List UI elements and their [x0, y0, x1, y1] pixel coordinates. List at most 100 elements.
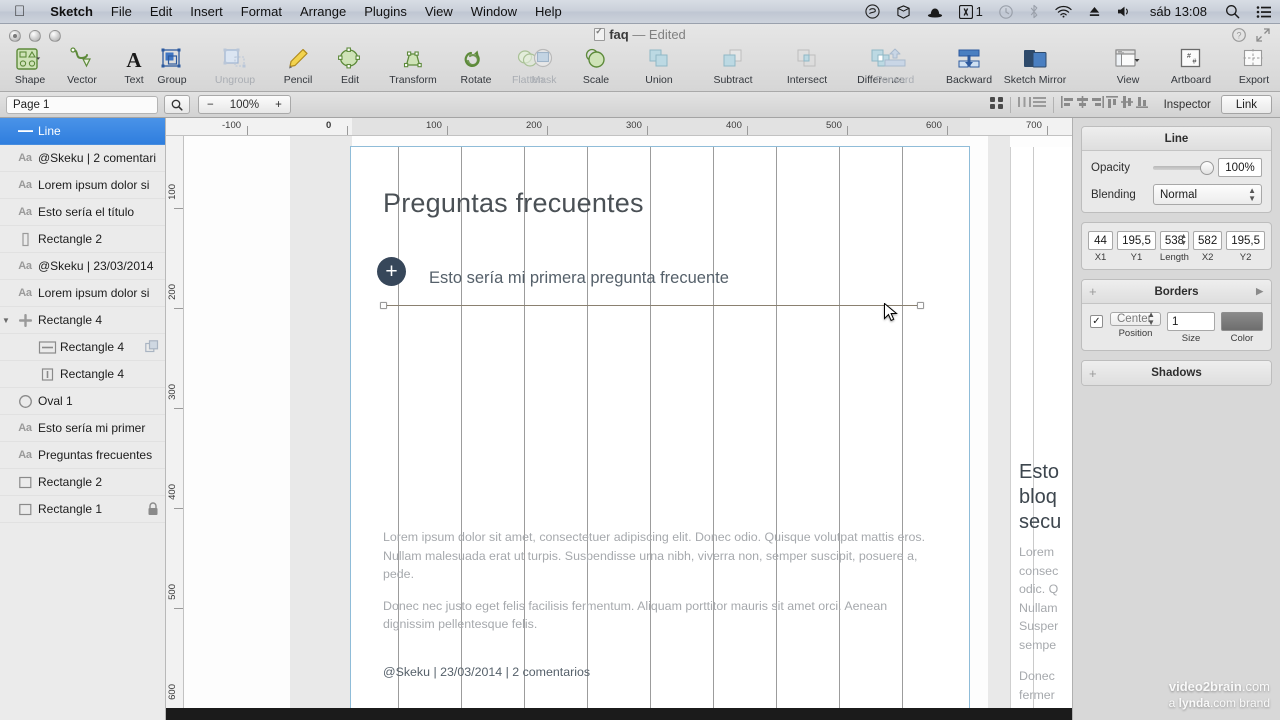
grid-view-icon[interactable]: [989, 95, 1004, 115]
eject-icon[interactable]: [1080, 5, 1109, 18]
tool-transform[interactable]: Transform: [376, 46, 450, 86]
lock-icon[interactable]: [147, 502, 159, 516]
clock-icon[interactable]: [991, 4, 1021, 19]
tool-vector[interactable]: Vector: [56, 46, 108, 86]
artboard-secondary[interactable]: Esto bloq secu Lorem consec odic. Q Null…: [1010, 147, 1072, 720]
tool-shape[interactable]: Shape: [4, 46, 56, 86]
menu-item-window[interactable]: Window: [462, 4, 526, 19]
menubar-clock[interactable]: sáb 13:08: [1140, 4, 1217, 19]
tool-scale[interactable]: Scale: [570, 46, 622, 86]
menu-item-plugins[interactable]: Plugins: [355, 4, 416, 19]
layer-row-lorem-ipsum-1[interactable]: Aa Lorem ipsum dolor si: [0, 172, 165, 199]
layer-row-rectangle-1[interactable]: Rectangle 1: [0, 496, 165, 523]
line-handle-start[interactable]: [380, 302, 387, 309]
x1-field[interactable]: 44: [1088, 231, 1114, 250]
help-icon[interactable]: ?: [1232, 28, 1246, 45]
border-color-swatch[interactable]: [1221, 312, 1263, 331]
page-selector[interactable]: Page 1: [6, 95, 158, 114]
adobe-icon[interactable]: 1: [951, 4, 991, 19]
tool-edit[interactable]: Edit: [324, 46, 376, 86]
selected-line-shape[interactable]: [383, 305, 921, 306]
layer-row-lorem-ipsum-2[interactable]: Aa Lorem ipsum dolor si: [0, 280, 165, 307]
zoom-level-value[interactable]: 100%: [222, 96, 267, 113]
tool-artboard[interactable]: # # Artboard: [1154, 46, 1228, 86]
menu-item-edit[interactable]: Edit: [141, 4, 181, 19]
canvas-area[interactable]: -100 0 100 200 300 400 500 600 700 100 2…: [166, 118, 1072, 720]
plus-icon[interactable]: +: [1089, 284, 1097, 299]
tool-subtract[interactable]: Subtract: [696, 46, 770, 86]
tool-mask[interactable]: Mask: [518, 46, 570, 86]
line-handle-end[interactable]: [917, 302, 924, 309]
search-icon[interactable]: [164, 95, 190, 114]
tool-pencil[interactable]: Pencil: [272, 46, 324, 86]
tool-group[interactable]: Group: [146, 46, 198, 86]
tool-view[interactable]: View: [1102, 46, 1154, 86]
layer-row-rectangle-2-a[interactable]: Rectangle 2: [0, 226, 165, 253]
zoom-out-button[interactable]: −: [199, 96, 222, 113]
border-enabled-checkbox[interactable]: ✓: [1090, 315, 1103, 328]
tool-sketch-mirror[interactable]: Sketch Mirror: [985, 46, 1085, 86]
y2-field[interactable]: 195,5: [1226, 231, 1265, 250]
zoom-in-button[interactable]: +: [267, 96, 290, 113]
tool-forward[interactable]: Forward: [858, 46, 932, 86]
opacity-slider[interactable]: [1153, 160, 1214, 175]
stepper-icon[interactable]: ▲ ▼: [1248, 186, 1256, 203]
layer-row-esto-seria-el-titulo[interactable]: Aa Esto sería el título: [0, 199, 165, 226]
artboard-meta-text[interactable]: @Skeku | 23/03/2014 | 2 comentarios: [383, 665, 590, 679]
layer-row-rectangle-4-child-1[interactable]: Rectangle 4: [0, 334, 165, 361]
tool-export[interactable]: Export: [1228, 46, 1280, 86]
fullscreen-icon[interactable]: [1256, 28, 1270, 45]
y1-field[interactable]: 195,5: [1117, 231, 1156, 250]
sketch-status-icon[interactable]: [857, 4, 888, 19]
shadows-header[interactable]: + Shadows: [1082, 361, 1271, 385]
menu-item-arrange[interactable]: Arrange: [291, 4, 355, 19]
layer-row-skeku-2-comentarios[interactable]: Aa @Skeku | 2 comentari: [0, 145, 165, 172]
opacity-value-field[interactable]: 100%: [1218, 158, 1262, 177]
tool-ungroup[interactable]: Ungroup: [198, 46, 272, 86]
opacity-slider-knob[interactable]: [1200, 160, 1214, 175]
border-size-field[interactable]: 1: [1167, 312, 1215, 331]
inspector-panel[interactable]: Line Opacity 100% Blending Normal ▲▼ 44: [1072, 118, 1280, 720]
align-top-icon[interactable]: [1105, 95, 1120, 114]
align-middle-icon[interactable]: [1120, 95, 1135, 114]
x2-field[interactable]: 582: [1193, 231, 1223, 250]
link-button[interactable]: Link: [1220, 95, 1272, 114]
tool-rotate[interactable]: Rotate: [450, 46, 502, 86]
blending-select[interactable]: Normal ▲ ▼: [1153, 184, 1262, 205]
layer-row-oval-1[interactable]: Oval 1: [0, 388, 165, 415]
plus-icon[interactable]: +: [1089, 366, 1097, 381]
artboard-body-text[interactable]: Lorem ipsum dolor sit amet, consectetuer…: [383, 528, 935, 647]
stepper-icon[interactable]: ▲ ▼: [1147, 311, 1155, 327]
bluetooth-icon[interactable]: [1021, 4, 1047, 19]
disclosure-triangle[interactable]: ▼: [0, 316, 12, 325]
align-right-icon[interactable]: [1090, 95, 1105, 114]
menu-item-sketch[interactable]: Sketch: [41, 4, 102, 19]
layer-row-skeku-fecha[interactable]: Aa @Skeku | 23/03/2014: [0, 253, 165, 280]
align-center-icon[interactable]: [1075, 95, 1090, 114]
layer-row-line[interactable]: Line: [0, 118, 165, 145]
stepper-icon[interactable]: ▲ ▼: [1180, 233, 1187, 247]
layer-row-esto-seria-mi-primer[interactable]: Aa Esto sería mi primer: [0, 415, 165, 442]
distribute-horizontal-icon[interactable]: [1017, 95, 1032, 114]
tool-intersect[interactable]: Intersect: [770, 46, 844, 86]
menu-item-format[interactable]: Format: [232, 4, 291, 19]
spotlight-search-icon[interactable]: [1217, 4, 1248, 19]
distribute-vertical-icon[interactable]: [1032, 95, 1047, 114]
canvas-viewport[interactable]: Preguntas frecuentes + Esto sería mi pri…: [184, 136, 1072, 720]
menu-item-file[interactable]: File: [102, 4, 141, 19]
layer-row-rectangle-4-group[interactable]: ▼ Rectangle 4: [0, 307, 165, 334]
layer-row-rectangle-4-child-2[interactable]: Rectangle 4: [0, 361, 165, 388]
plus-circle-icon[interactable]: +: [377, 257, 406, 286]
faq-question-text[interactable]: Esto sería mi primera pregunta frecuente: [429, 269, 729, 288]
vertical-ruler[interactable]: 100 200 300 400 500 600: [166, 136, 184, 720]
volume-icon[interactable]: [1109, 5, 1140, 18]
menu-item-insert[interactable]: Insert: [181, 4, 232, 19]
layer-row-preguntas-frecuentes[interactable]: Aa Preguntas frecuentes: [0, 442, 165, 469]
dropbox-icon[interactable]: [888, 4, 919, 19]
layers-sidebar[interactable]: Line Aa @Skeku | 2 comentari Aa Lorem ip…: [0, 118, 166, 720]
border-position-select[interactable]: Center ▲ ▼: [1110, 311, 1161, 327]
chevron-right-icon[interactable]: ▶: [1256, 286, 1263, 297]
align-left-icon[interactable]: [1060, 95, 1075, 114]
artboard-faq[interactable]: Preguntas frecuentes + Esto sería mi pri…: [350, 146, 970, 720]
bowler-hat-icon[interactable]: [919, 5, 951, 19]
